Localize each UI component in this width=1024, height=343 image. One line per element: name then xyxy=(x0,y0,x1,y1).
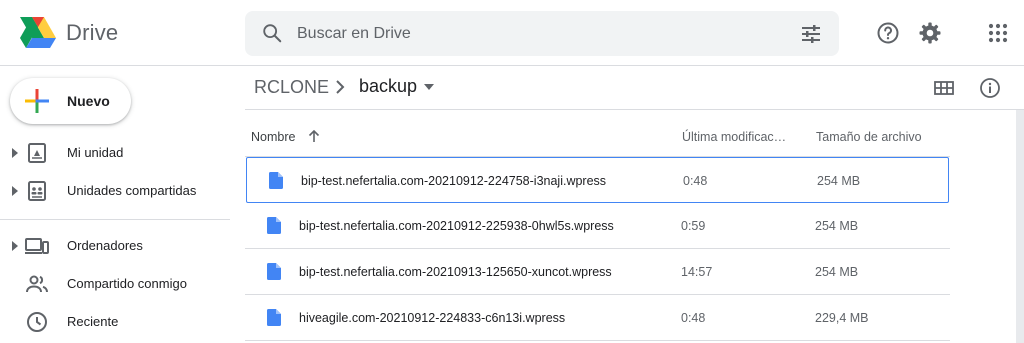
main-content: RCLONE backup Nombre Última modificac… T… xyxy=(245,66,1024,343)
document-file-icon xyxy=(269,172,283,189)
info-icon[interactable] xyxy=(979,77,1001,99)
sidebar-item-shared-drives[interactable]: Unidades compartidas xyxy=(0,173,245,209)
document-file-icon xyxy=(267,217,281,234)
document-file-icon xyxy=(267,263,281,280)
file-name: hiveagile.com-20210912-224833-c6n13i.wpr… xyxy=(299,311,566,325)
sidebar-item-label: Reciente xyxy=(67,314,119,329)
file-modified: 0:48 xyxy=(681,311,706,325)
search-bar[interactable] xyxy=(245,11,839,56)
search-input[interactable] xyxy=(297,11,777,56)
drive-logo-icon[interactable] xyxy=(20,16,56,50)
sidebar-item-computers[interactable]: Ordenadores xyxy=(0,228,245,264)
file-list-header: Nombre Última modificac… Tamaño de archi… xyxy=(245,110,950,157)
tune-icon[interactable] xyxy=(799,22,823,46)
file-name: bip-test.nefertalia.com-20210912-225938-… xyxy=(299,219,614,233)
file-size: 229,4 MB xyxy=(815,311,869,325)
sidebar-item-recent[interactable]: Reciente xyxy=(0,304,245,340)
sidebar-item-label: Mi unidad xyxy=(67,145,124,160)
column-header-size[interactable]: Tamaño de archivo xyxy=(816,130,922,144)
breadcrumb: RCLONE backup xyxy=(245,66,1024,110)
new-button-label: Nuevo xyxy=(67,93,110,109)
sidebar-item-label: Compartido conmigo xyxy=(67,276,187,291)
apps-icon[interactable] xyxy=(986,21,1010,45)
file-list: Nombre Última modificac… Tamaño de archi… xyxy=(245,110,1024,343)
sidebar-item-label: Unidades compartidas xyxy=(67,183,197,198)
file-size: 254 MB xyxy=(815,265,859,279)
new-button[interactable]: Nuevo xyxy=(10,78,131,124)
plus-icon xyxy=(25,89,49,113)
scrollbar[interactable] xyxy=(1016,110,1024,343)
file-size: 254 MB xyxy=(815,219,859,233)
file-modified: 0:48 xyxy=(683,174,708,188)
file-row[interactable]: bip-test.nefertalia.com-20210913-125650-… xyxy=(245,249,950,295)
column-header-modified[interactable]: Última modificac… xyxy=(682,130,786,144)
file-name: bip-test.nefertalia.com-20210913-125650-… xyxy=(299,265,612,279)
expand-caret-icon[interactable] xyxy=(10,147,20,159)
search-icon[interactable] xyxy=(261,22,283,44)
computers-icon xyxy=(25,238,49,254)
sidebar-item-label: Ordenadores xyxy=(67,238,143,253)
dropdown-arrow-icon[interactable] xyxy=(423,83,435,91)
file-row[interactable]: bip-test.nefertalia.com-20210912-224758-… xyxy=(246,157,949,203)
recent-icon xyxy=(27,312,47,332)
sort-ascending-arrow-icon[interactable] xyxy=(307,129,321,143)
app-name[interactable]: Drive xyxy=(66,20,118,46)
help-icon[interactable] xyxy=(876,21,900,45)
settings-icon[interactable] xyxy=(918,21,942,45)
top-bar: Drive xyxy=(0,0,1024,66)
grid-view-icon[interactable] xyxy=(933,77,955,99)
document-file-icon xyxy=(267,309,281,326)
file-modified: 14:57 xyxy=(681,265,713,279)
shared-with-me-icon xyxy=(26,275,48,293)
file-modified: 0:59 xyxy=(681,219,706,233)
sidebar: Nuevo Mi unidad Unidades compartidas Ord… xyxy=(0,66,245,343)
sidebar-divider xyxy=(0,219,230,220)
sidebar-item-my-drive[interactable]: Mi unidad xyxy=(0,135,245,171)
my-drive-icon xyxy=(28,143,46,163)
file-row[interactable]: hiveagile.com-20210912-224833-c6n13i.wpr… xyxy=(245,295,950,341)
chevron-right-icon xyxy=(336,80,345,94)
expand-caret-icon[interactable] xyxy=(10,240,20,252)
file-row[interactable]: bip-test.nefertalia.com-20210912-225938-… xyxy=(245,203,950,249)
shared-drives-icon xyxy=(28,181,46,201)
sidebar-item-shared-with-me[interactable]: Compartido conmigo xyxy=(0,266,245,302)
file-name: bip-test.nefertalia.com-20210912-224758-… xyxy=(301,174,607,188)
breadcrumb-current-folder[interactable]: backup xyxy=(359,76,417,97)
expand-caret-icon[interactable] xyxy=(10,185,20,197)
breadcrumb-root[interactable]: RCLONE xyxy=(254,77,329,98)
file-size: 254 MB xyxy=(817,174,861,188)
column-header-name[interactable]: Nombre xyxy=(251,130,295,144)
